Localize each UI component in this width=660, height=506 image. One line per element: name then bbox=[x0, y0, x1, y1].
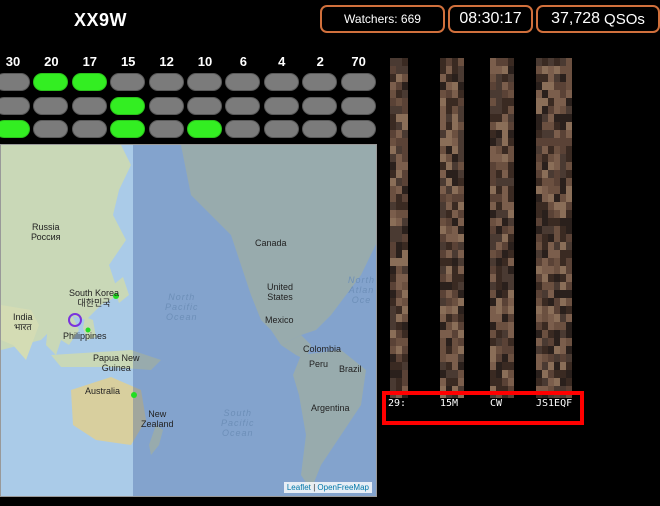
label-png: Papua New Guinea bbox=[93, 353, 140, 373]
band-indicator-12-row3 bbox=[148, 120, 184, 138]
band-indicator-15-row3 bbox=[110, 120, 146, 138]
band-indicator-30-row1 bbox=[0, 73, 30, 91]
band-indicator-15-row2 bbox=[110, 97, 146, 115]
clock-text: 08:30:17 bbox=[459, 10, 522, 27]
band-indicator-10-row3 bbox=[187, 120, 222, 138]
band-indicator-10-row1 bbox=[187, 73, 222, 91]
band-indicator-17-row1 bbox=[71, 73, 107, 91]
band-indicator-4-row2 bbox=[263, 97, 299, 115]
band-indicator-2-row3 bbox=[302, 120, 338, 138]
band-indicator-12-row2 bbox=[148, 97, 184, 115]
band-indicator-6-row2 bbox=[225, 97, 261, 115]
label-north-atlantic: North Atlan Oce bbox=[348, 275, 376, 305]
waterfall-streams bbox=[390, 58, 572, 398]
label-australia: Australia bbox=[85, 386, 121, 396]
band-header-70: 70 bbox=[351, 54, 366, 69]
band-header-17: 17 bbox=[82, 54, 98, 69]
label-south-korea: South Korea 대한민국 bbox=[69, 288, 120, 308]
band-header-20: 20 bbox=[44, 54, 59, 69]
qso-label: QSOs bbox=[604, 10, 645, 28]
label-south-pacific: South Pacific Ocean bbox=[221, 408, 255, 438]
label-peru: Peru bbox=[309, 359, 329, 369]
label-canada: Canada bbox=[255, 238, 287, 248]
label-russia: Russia Россия bbox=[31, 222, 61, 242]
band-indicator-17-row2 bbox=[71, 97, 107, 115]
band-indicator-30-row3 bbox=[0, 120, 30, 138]
band-header-10: 10 bbox=[197, 54, 213, 69]
band-indicator-20-row2 bbox=[33, 97, 69, 115]
band-indicator-70-row1 bbox=[340, 73, 376, 91]
label-brazil: Brazil bbox=[339, 364, 362, 374]
watchers-text: Watchers: 669 bbox=[344, 12, 421, 26]
label-us: United States bbox=[267, 282, 294, 302]
band-indicator-2-row2 bbox=[302, 97, 338, 115]
band-indicator-4-row1 bbox=[263, 73, 299, 91]
label-argentina: Argentina bbox=[311, 403, 350, 413]
label-mexico: Mexico bbox=[265, 315, 294, 325]
band-header-2: 2 bbox=[316, 54, 324, 69]
watchers-counter: Watchers: 669 bbox=[320, 5, 445, 33]
band-header-6: 6 bbox=[239, 54, 247, 69]
band-indicator-20-row1 bbox=[33, 73, 69, 91]
qso-counter: 37,728 QSOs bbox=[536, 5, 660, 33]
band-indicator-12-row1 bbox=[148, 73, 184, 91]
band-indicator-20-row3 bbox=[33, 120, 69, 138]
openfreemap-link[interactable]: OpenFreeMap bbox=[317, 483, 369, 492]
band-indicator-6-row1 bbox=[225, 73, 261, 91]
label-colombia: Colombia bbox=[303, 344, 342, 354]
band-indicator-30-row2 bbox=[0, 97, 30, 115]
qso-count: 37,728 bbox=[551, 10, 601, 27]
label-nz: New Zealand bbox=[141, 409, 174, 429]
band-indicator-4-row3 bbox=[263, 120, 299, 138]
band-indicator-17-row3 bbox=[71, 120, 107, 138]
label-india: India भारत bbox=[13, 312, 33, 332]
world-map[interactable]: Russia Россия Canada South Korea 대한민국 Indi… bbox=[0, 144, 377, 497]
utc-clock: 08:30:17 bbox=[448, 5, 533, 33]
band-indicator-10-row2 bbox=[187, 97, 222, 115]
band-header-30: 30 bbox=[5, 54, 21, 69]
band-header-4: 4 bbox=[278, 54, 286, 69]
leaflet-link[interactable]: Leaflet bbox=[287, 483, 311, 492]
label-north-pacific: North Pacific Ocean bbox=[165, 292, 199, 322]
band-indicator-70-row3 bbox=[340, 120, 376, 138]
band-indicator-2-row1 bbox=[302, 73, 338, 91]
map-attribution: Leaflet | OpenFreeMap bbox=[283, 482, 372, 493]
band-indicator-6-row3 bbox=[225, 120, 261, 138]
band-header-12: 12 bbox=[159, 54, 174, 69]
callsign-title: XX9W bbox=[74, 10, 128, 30]
band-indicator-70-row2 bbox=[340, 97, 376, 115]
decode-highlight-box bbox=[382, 391, 584, 425]
band-header-15: 15 bbox=[120, 54, 136, 69]
label-philippines: Philippines bbox=[63, 331, 107, 341]
band-indicator-15-row1 bbox=[110, 73, 146, 91]
